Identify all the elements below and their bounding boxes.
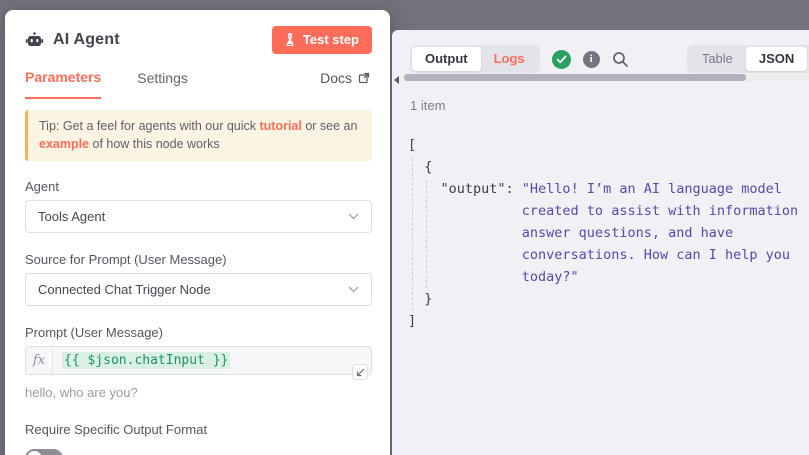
example-link[interactable]: example — [39, 137, 89, 151]
node-settings-panel: AI Agent Test step Parameters Settings D… — [5, 10, 390, 455]
chevron-down-icon — [348, 213, 359, 220]
scrollbar-left-arrow[interactable] — [394, 76, 399, 84]
toggle-knob — [27, 451, 42, 455]
expression-value[interactable]: {{ $json.chatInput }} — [62, 352, 230, 369]
node-header: AI Agent Test step — [5, 10, 390, 62]
agent-select[interactable]: Tools Agent — [25, 200, 372, 233]
tab-logs[interactable]: Logs — [481, 47, 538, 71]
expression-preview: hello, who are you? — [25, 385, 372, 400]
flask-icon — [284, 33, 296, 46]
node-tabs: Parameters Settings Docs — [5, 62, 390, 96]
agent-label: Agent — [25, 179, 372, 194]
expand-expression-button[interactable] — [352, 364, 368, 380]
fx-badge: fx — [26, 347, 53, 374]
tutorial-link[interactable]: tutorial — [259, 119, 301, 133]
tab-settings[interactable]: Settings — [137, 70, 188, 98]
output-header: Output Logs i Table JSON Schema — [392, 30, 809, 73]
info-icon[interactable]: i — [583, 51, 600, 68]
source-prompt-label: Source for Prompt (User Message) — [25, 252, 372, 267]
success-check-icon — [552, 50, 571, 69]
tab-table[interactable]: Table — [689, 47, 746, 71]
tab-parameters[interactable]: Parameters — [25, 69, 101, 99]
view-mode-switcher: Table JSON Schema — [687, 45, 809, 73]
prompt-label: Prompt (User Message) — [25, 325, 372, 340]
docs-link[interactable]: Docs — [320, 70, 370, 98]
tip-callout: Tip: Get a feel for agents with our quic… — [25, 110, 372, 161]
external-link-icon — [358, 72, 370, 84]
output-logs-switcher: Output Logs — [410, 45, 540, 73]
test-step-button[interactable]: Test step — [272, 26, 372, 54]
output-format-label: Require Specific Output Format — [25, 422, 372, 437]
node-title: AI Agent — [53, 31, 120, 49]
horizontal-scrollbar-track[interactable] — [404, 74, 809, 81]
prompt-expression-input[interactable]: fx {{ $json.chatInput }} — [25, 346, 372, 375]
tab-output[interactable]: Output — [412, 47, 481, 71]
output-format-toggle[interactable] — [25, 449, 63, 455]
json-code: [ { "output": "Hello! I’m an AI language… — [408, 134, 798, 332]
search-icon[interactable] — [612, 51, 629, 68]
tab-json[interactable]: JSON — [746, 47, 807, 71]
source-prompt-select[interactable]: Connected Chat Trigger Node — [25, 273, 372, 306]
robot-icon — [25, 31, 44, 50]
chevron-down-icon — [348, 286, 359, 293]
output-panel: Output Logs i Table JSON Schema 1 item — [392, 30, 809, 455]
items-count: 1 item — [410, 98, 445, 113]
horizontal-scrollbar-thumb[interactable] — [404, 74, 746, 81]
